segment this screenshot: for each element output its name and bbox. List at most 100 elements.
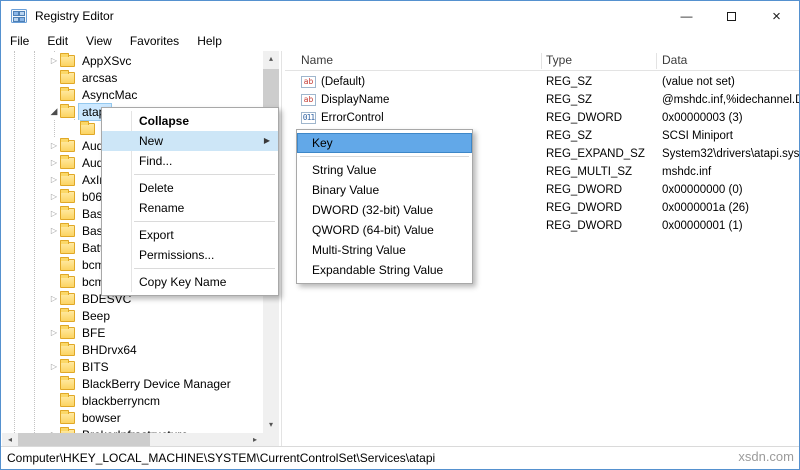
collapsed-chevron-icon[interactable]: ▷ [48,358,60,375]
folder-icon [60,52,75,67]
folder-icon [60,290,75,305]
value-type: REG_MULTI_SZ [546,166,633,178]
collapsed-chevron-icon[interactable]: ▷ [48,426,60,433]
menubar-item-help[interactable]: Help [188,31,231,51]
no-expander [48,256,60,273]
no-expander [48,409,60,426]
tree-item-arcsas[interactable]: arcsas [48,69,120,86]
tree-hscroll-thumb[interactable] [18,433,150,447]
value-data: 0x00000003 (3) [662,112,743,124]
menu-item-key[interactable]: Key [297,133,472,153]
minimize-button[interactable]: — [664,1,709,31]
watermark: xsdn.com [738,449,794,464]
value-data: 0x00000001 (1) [662,220,743,232]
value-type: REG_DWORD [546,220,623,232]
tree-item-beep[interactable]: Beep [48,307,113,324]
column-header-type[interactable]: Type [546,51,572,70]
menu-item-new[interactable]: New ▶ [102,131,278,151]
collapsed-chevron-icon[interactable]: ▷ [48,188,60,205]
close-icon: × [772,7,781,25]
collapsed-chevron-icon[interactable]: ▷ [48,154,60,171]
titlebar[interactable]: Registry Editor — × [1,1,799,31]
menubar-item-file[interactable]: File [1,31,38,51]
tree-item-label: BITS [82,359,109,374]
value-row-errorcontrol[interactable]: 011 ErrorControl REG_DWORD 0x00000003 (3) [285,109,799,127]
value-data: (value not set) [662,76,735,88]
value-name: (Default) [321,76,366,88]
menu-item-copy-key-name[interactable]: Copy Key Name [102,272,278,292]
collapsed-chevron-icon[interactable]: ▷ [48,222,60,239]
tree-item-label: AsyncMac [82,87,138,102]
value-type: REG_DWORD [546,184,623,196]
column-separator[interactable] [656,53,657,69]
tree-item-bits[interactable]: ▷ BITS [48,358,112,375]
menu-item-expandable-string-value[interactable]: Expandable String Value [297,260,472,280]
menu-separator [134,268,275,269]
menu-item-dword-32-bit-value[interactable]: DWORD (32-bit) Value [297,200,472,220]
folder-icon [60,86,75,101]
collapsed-chevron-icon[interactable]: ▷ [48,324,60,341]
registry-editor-window: Registry Editor — × File Edit View Favorite… [0,0,800,470]
column-header-name[interactable]: Name [301,51,333,70]
menu-item-delete[interactable]: Delete [102,178,278,198]
tree-item-asyncmac[interactable]: AsyncMac [48,86,140,103]
value-type: REG_SZ [546,130,593,142]
folder-icon [60,205,75,220]
menubar-item-favorites[interactable]: Favorites [121,31,188,51]
tree-item-bfe[interactable]: ▷ BFE [48,324,108,341]
value-row-default[interactable]: ab (Default) REG_SZ (value not set) [285,73,799,91]
tree-item-bhdrvx64[interactable]: BHDrvx64 [48,341,140,358]
folder-icon [60,256,75,271]
tree-horizontal-scrollbar[interactable]: ◂ ▸ [2,433,263,447]
tree-item-blackberry-device-manager[interactable]: BlackBerry Device Manager [48,375,234,392]
tree-item-appxsvc[interactable]: ▷ AppXSvc [48,52,134,69]
collapsed-chevron-icon[interactable]: ▷ [48,137,60,154]
menu-item-string-value[interactable]: String Value [297,160,472,180]
dword-value-icon: 011 [301,112,316,124]
expanded-chevron-icon[interactable]: ◢ [48,103,60,120]
menu-item-multi-string-value[interactable]: Multi-String Value [297,240,472,260]
menu-item-qword-64-bit-value[interactable]: QWORD (64-bit) Value [297,220,472,240]
tree-item-blackberryncm[interactable]: blackberryncm [48,392,163,409]
menubar-item-view[interactable]: View [77,31,121,51]
folder-icon [80,120,95,135]
menu-item-collapse[interactable]: Collapse [102,111,278,131]
no-expander [68,120,80,137]
folder-icon [60,171,75,186]
maximize-button[interactable] [709,1,754,31]
menu-item-export[interactable]: Export [102,225,278,245]
scroll-down-arrow-icon[interactable]: ▾ [263,417,279,433]
no-expander [48,86,60,103]
pane-splitter[interactable] [281,51,282,447]
collapsed-chevron-icon[interactable]: ▷ [48,171,60,188]
menubar-item-edit[interactable]: Edit [38,31,77,51]
column-header-data[interactable]: Data [662,51,687,70]
folder-icon [60,273,75,288]
menu-separator [134,221,275,222]
tree-item-brokerinfrastructure[interactable]: ▷BrokerInfrastructure [48,426,191,433]
value-data: System32\drivers\atapi.sys [662,148,799,160]
close-button[interactable]: × [754,1,799,31]
collapsed-chevron-icon[interactable]: ▷ [48,205,60,222]
value-type: REG_DWORD [546,202,623,214]
no-expander [48,341,60,358]
collapsed-chevron-icon[interactable]: ▷ [48,290,60,307]
menu-item-rename[interactable]: Rename [102,198,278,218]
menu-item-permissions[interactable]: Permissions... [102,245,278,265]
folder-icon [60,188,75,203]
no-expander [48,239,60,256]
scroll-left-arrow-icon[interactable]: ◂ [2,433,18,447]
value-row-displayname[interactable]: ab DisplayName REG_SZ @mshdc.inf,%idechanne… [285,91,799,109]
column-headers: Name Type Data [285,51,799,71]
collapsed-chevron-icon[interactable]: ▷ [48,52,60,69]
no-expander [48,392,60,409]
column-separator[interactable] [541,53,542,69]
folder-icon [60,324,75,339]
scroll-right-arrow-icon[interactable]: ▸ [247,433,263,447]
menu-item-find[interactable]: Find... [102,151,278,171]
tree-item-bowser[interactable]: bowser [48,409,124,426]
value-data: SCSI Miniport [662,130,733,142]
scroll-up-arrow-icon[interactable]: ▴ [263,51,279,67]
tree-item-label: BlackBerry Device Manager [82,376,231,391]
menu-item-binary-value[interactable]: Binary Value [297,180,472,200]
